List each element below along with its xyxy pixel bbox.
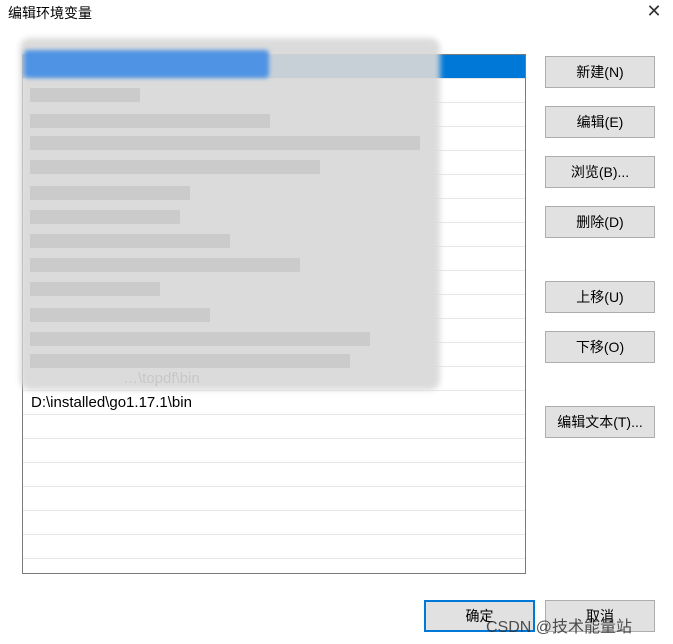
path-list-item[interactable] [23,199,525,223]
path-list-item[interactable] [23,439,525,463]
edit-text-button[interactable]: 编辑文本(T)... [545,406,655,438]
edit-button[interactable]: 编辑(E) [545,106,655,138]
path-list-item[interactable] [23,487,525,511]
path-list-item[interactable] [23,79,525,103]
title-bar: 编辑环境变量 ✕ [0,0,673,28]
watermark: CSDN @技术能量站 [486,619,633,636]
path-list-item[interactable]: D:\installed\go1.17.1\bin [23,391,525,415]
new-button[interactable]: 新建(N) [545,56,655,88]
path-list-item[interactable] [23,223,525,247]
path-list[interactable]: …\topdf\bin D:\installed\go1.17.1\bin [22,54,526,574]
path-list-item[interactable] [23,463,525,487]
path-list-item[interactable] [23,271,525,295]
path-list-item[interactable] [23,511,525,535]
close-icon[interactable]: ✕ [644,0,664,22]
path-list-item[interactable] [23,175,525,199]
path-list-item[interactable] [23,535,525,559]
window-title: 编辑环境变量 [8,5,92,21]
path-list-item[interactable] [23,55,525,79]
browse-button[interactable]: 浏览(B)... [545,156,655,188]
path-list-item[interactable] [23,343,525,367]
path-list-item[interactable] [23,127,525,151]
path-list-item[interactable] [23,151,525,175]
move-up-button[interactable]: 上移(U) [545,281,655,313]
path-list-item[interactable] [23,247,525,271]
path-list-item[interactable] [23,103,525,127]
path-list-item[interactable]: …\topdf\bin [23,367,525,391]
move-down-button[interactable]: 下移(O) [545,331,655,363]
path-list-item[interactable] [23,415,525,439]
path-list-item[interactable] [23,295,525,319]
delete-button[interactable]: 删除(D) [545,206,655,238]
path-list-item[interactable] [23,319,525,343]
